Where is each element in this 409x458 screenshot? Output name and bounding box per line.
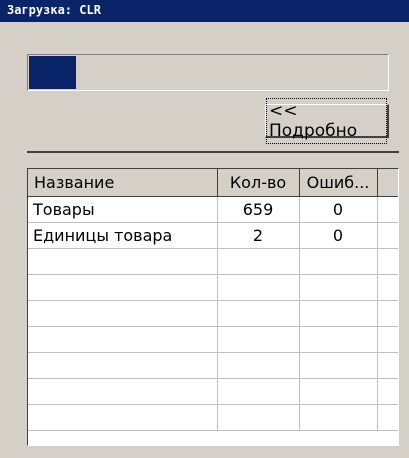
empty-cell	[299, 326, 378, 353]
empty-cell	[217, 352, 300, 379]
empty-cell	[28, 404, 218, 431]
table-row[interactable]: Товары 659 0	[28, 196, 398, 223]
column-header-count[interactable]: Кол-во	[217, 169, 300, 197]
empty-cell	[299, 248, 378, 275]
load-dialog: Загрузка: CLR << Подробно Название Кол-в…	[0, 0, 409, 458]
cell-count: 2	[217, 222, 300, 249]
title-bar: Загрузка: CLR	[0, 0, 409, 22]
window-title: Загрузка: CLR	[7, 3, 101, 17]
empty-cell	[299, 300, 378, 327]
empty-cell	[28, 248, 218, 275]
empty-cell	[377, 404, 398, 431]
empty-cell	[377, 300, 398, 327]
results-table[interactable]: Название Кол-во Ошиб... Товары 659 0 Единиц…	[27, 168, 399, 446]
empty-cell	[377, 274, 398, 301]
empty-cell	[28, 352, 218, 379]
details-button-label: << Подробно	[266, 97, 387, 144]
empty-cell	[377, 352, 398, 379]
empty-cell	[377, 248, 398, 275]
cell-name: Единицы товара	[28, 222, 218, 249]
empty-table-row	[28, 326, 398, 353]
empty-cell	[217, 326, 300, 353]
cell-filler	[377, 222, 398, 249]
cell-count: 659	[217, 196, 300, 223]
empty-cell	[28, 300, 218, 327]
empty-cell	[377, 326, 398, 353]
empty-cell	[377, 378, 398, 405]
table-header-row: Название Кол-во Ошиб...	[28, 169, 398, 197]
details-button[interactable]: << Подробно	[265, 97, 389, 144]
progress-fill	[29, 56, 76, 89]
empty-table-row	[28, 274, 398, 301]
empty-table-row	[28, 352, 398, 379]
empty-cell	[28, 274, 218, 301]
empty-cell	[217, 248, 300, 275]
progress-bar	[27, 54, 389, 91]
separator-line	[27, 151, 399, 153]
cell-errors: 0	[299, 222, 378, 249]
cell-filler	[377, 196, 398, 223]
cell-name: Товары	[28, 196, 218, 223]
empty-table-row	[28, 300, 398, 327]
empty-cell	[217, 378, 300, 405]
empty-cell	[217, 274, 300, 301]
column-header-filler	[377, 169, 398, 197]
empty-table-row	[28, 378, 398, 405]
empty-table-row	[28, 248, 398, 275]
table-row[interactable]: Единицы товара 2 0	[28, 222, 398, 249]
empty-cell	[299, 274, 378, 301]
empty-cell	[299, 404, 378, 431]
empty-cell	[299, 352, 378, 379]
empty-cell	[28, 378, 218, 405]
cell-errors: 0	[299, 196, 378, 223]
column-header-name[interactable]: Название	[28, 169, 218, 197]
empty-table-row	[28, 404, 398, 431]
empty-cell	[217, 404, 300, 431]
empty-cell	[299, 378, 378, 405]
empty-cell	[217, 300, 300, 327]
column-header-errors[interactable]: Ошиб...	[299, 169, 378, 197]
empty-cell	[28, 326, 218, 353]
